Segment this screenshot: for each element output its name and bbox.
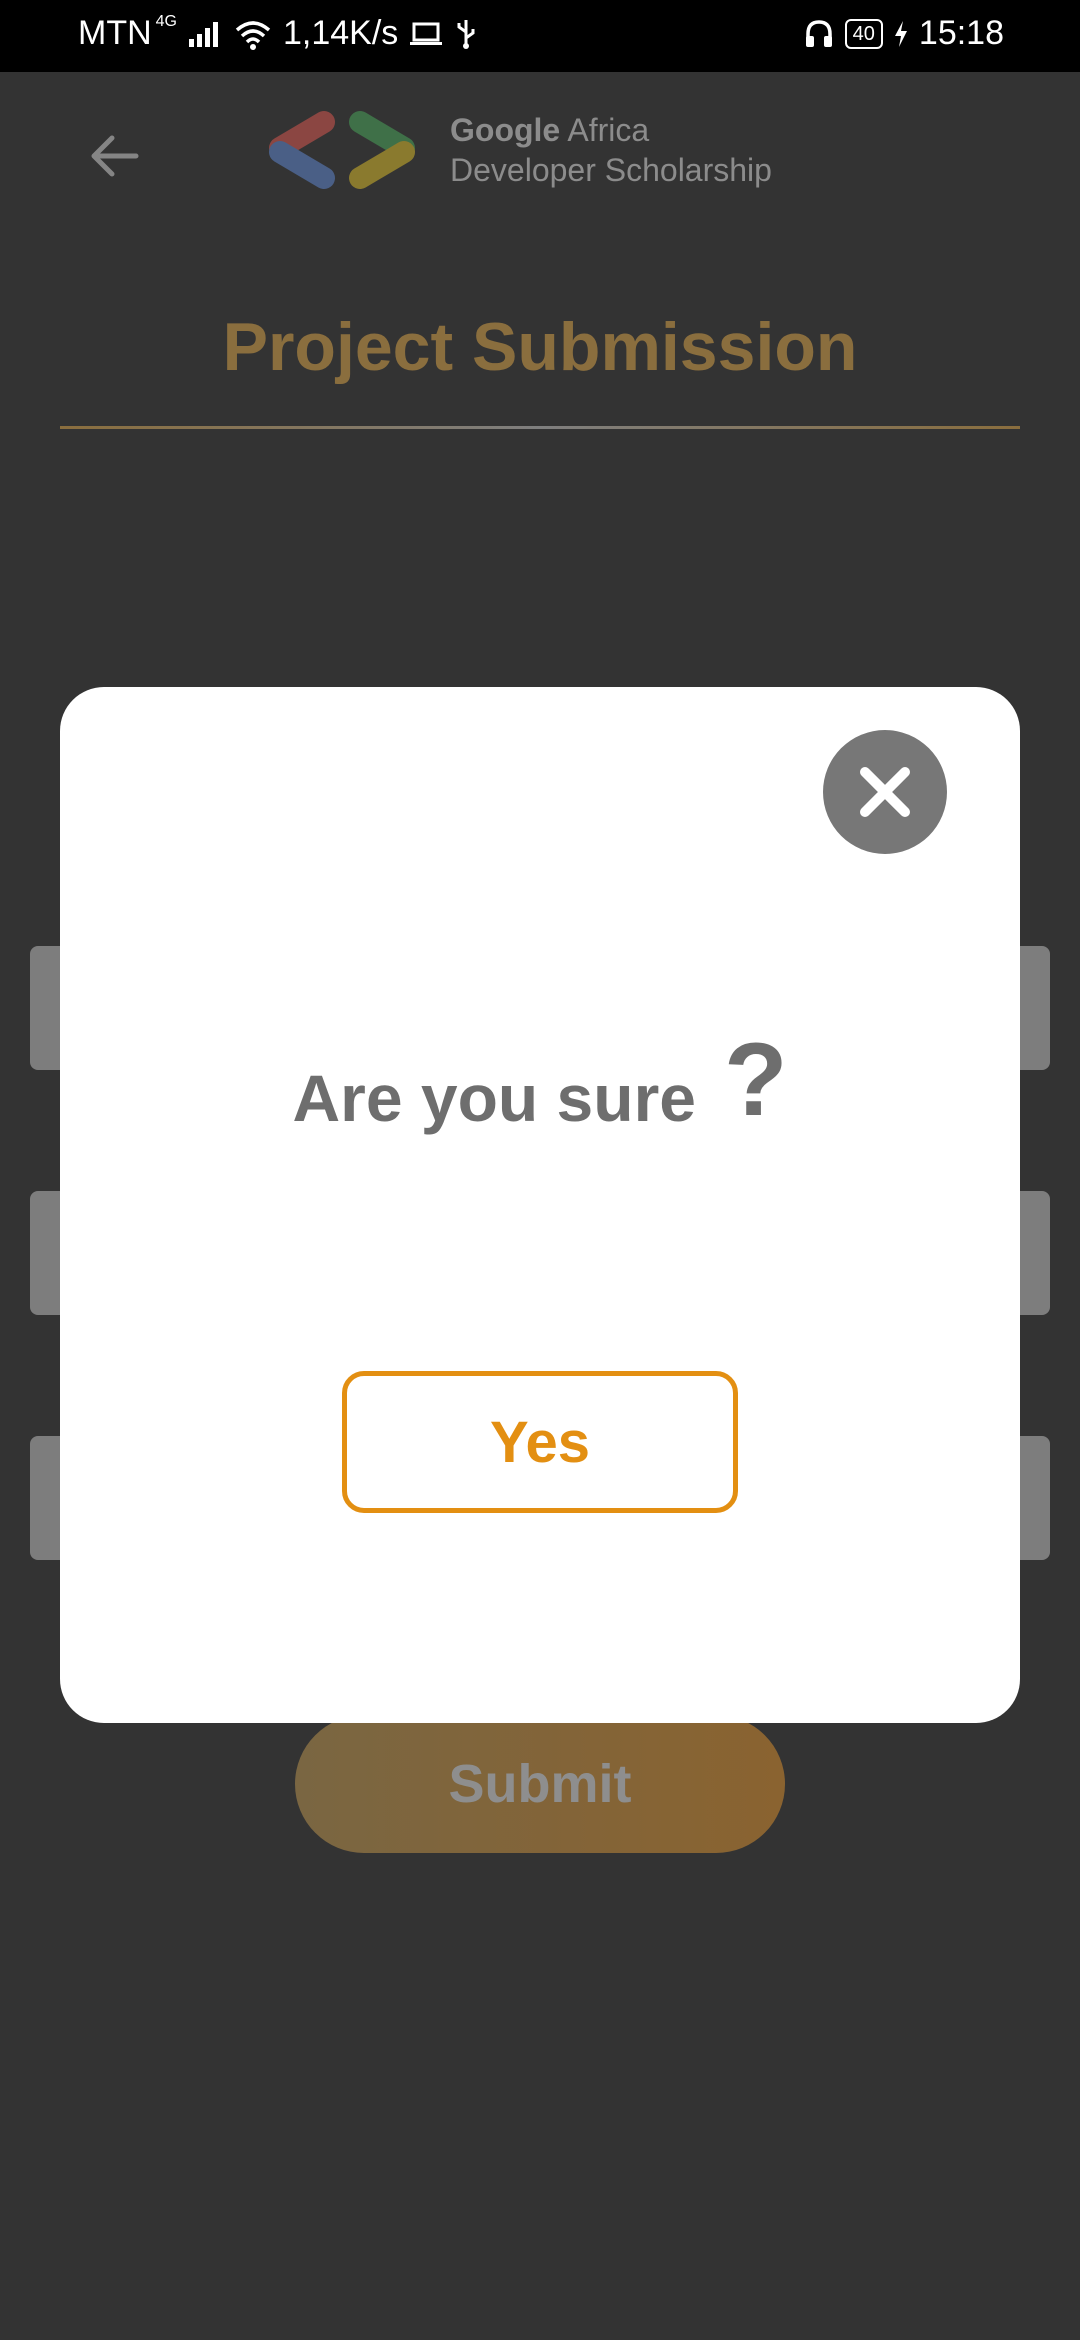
back-arrow-icon[interactable] xyxy=(84,126,144,186)
usb-icon xyxy=(457,19,475,49)
confirm-question: Are you sure? xyxy=(60,1022,1020,1146)
page-title: Project Submission xyxy=(222,309,858,385)
logo-line2-text: Developer Scholarship xyxy=(450,152,772,188)
signal-icon xyxy=(189,21,218,47)
clock: 15:18 xyxy=(918,14,1004,52)
confirm-dialog: Are you sure? Yes xyxy=(60,687,1020,1723)
close-button[interactable] xyxy=(823,730,947,854)
laptop-icon xyxy=(410,22,443,45)
question-mark: ? xyxy=(723,1022,788,1138)
wifi-icon xyxy=(235,20,271,50)
submit-button[interactable]: Submit xyxy=(295,1715,785,1853)
network-type-label: 4G xyxy=(155,12,177,30)
network-speed-label: 1,14K/s xyxy=(283,14,399,52)
logo-brand-text: Google xyxy=(450,112,561,148)
title-divider xyxy=(60,426,1020,429)
confirm-question-text: Are you sure xyxy=(292,1061,696,1135)
charging-icon xyxy=(894,20,907,47)
logo-region-text: Africa xyxy=(567,112,650,148)
battery-icon: 40 xyxy=(844,18,883,49)
status-bar: MTN 4G 1,14K/s 40 15:18 xyxy=(0,0,1080,72)
close-icon xyxy=(860,767,910,817)
yes-button[interactable]: Yes xyxy=(342,1371,738,1513)
program-name: Google Africa Developer Scholarship xyxy=(450,110,772,190)
headphones-icon xyxy=(805,19,832,47)
carrier-label: MTN xyxy=(78,14,152,52)
google-developers-logo-icon xyxy=(269,111,415,189)
